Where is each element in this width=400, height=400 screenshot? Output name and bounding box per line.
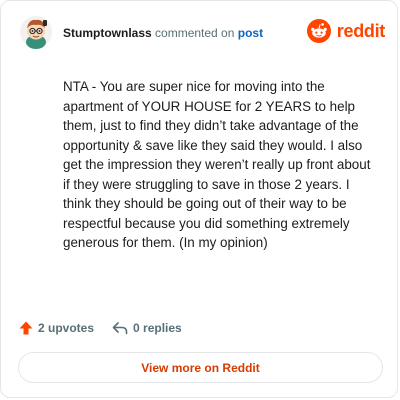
replies-stat[interactable]: 0 replies	[112, 321, 182, 335]
comment-stats: 2 upvotes 0 replies	[19, 319, 182, 337]
reddit-wordmark: reddit	[336, 20, 386, 41]
replies-count: 0 replies	[133, 321, 182, 335]
avatar[interactable]	[19, 15, 53, 49]
comment-body: NTA - You are super nice for moving into…	[63, 79, 371, 250]
reply-icon	[112, 322, 128, 335]
comment-header: Stumptownlass commented on post reddit	[17, 15, 385, 51]
comment-embed-card: Stumptownlass commented on post reddit N…	[0, 0, 398, 398]
upvote-arrow-icon	[19, 321, 33, 335]
upvotes-count: 2 upvotes	[38, 321, 95, 335]
reddit-logo-icon	[306, 19, 331, 43]
upvotes-stat[interactable]: 2 upvotes	[19, 321, 94, 335]
post-link[interactable]: post	[238, 26, 263, 40]
reddit-brand[interactable]: reddit	[306, 18, 386, 44]
byline-action: commented on	[155, 26, 235, 40]
username-link[interactable]: Stumptownlass	[63, 26, 152, 40]
byline: Stumptownlass commented on post	[63, 26, 263, 40]
view-more-on-reddit-button[interactable]: View more on Reddit	[18, 352, 383, 383]
